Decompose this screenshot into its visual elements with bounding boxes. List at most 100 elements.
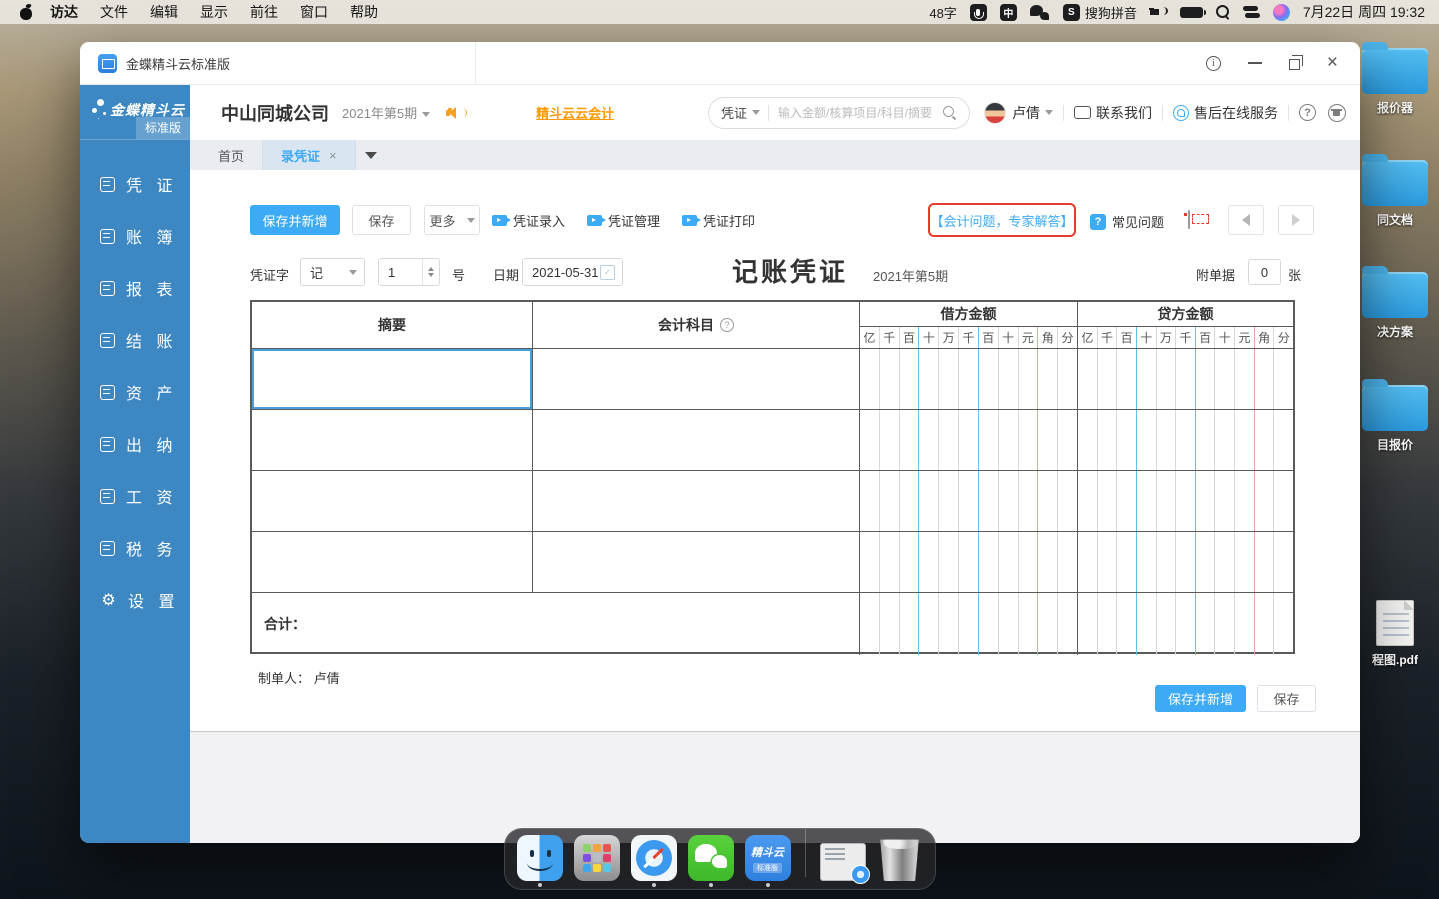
digit-cell[interactable] [999, 471, 1019, 531]
digit-cell[interactable] [1215, 471, 1236, 531]
digit-cell[interactable]: 万 [1157, 327, 1177, 348]
digit-cell[interactable]: 元 [1019, 327, 1039, 348]
expert-answer-link[interactable]: 【会计问题，专家解答】 [928, 203, 1076, 237]
summary-cell[interactable] [252, 471, 533, 531]
digit-cell[interactable] [900, 471, 920, 531]
dock-item-launchpad[interactable] [573, 835, 620, 881]
sidebar-item-凭证[interactable]: 凭 证 [80, 158, 190, 210]
dock-item-trash[interactable] [877, 835, 923, 881]
digit-cell[interactable] [1235, 532, 1255, 592]
dock-item-minimized-window[interactable] [819, 835, 870, 884]
video-link-凭证管理[interactable]: 凭证管理 [587, 211, 660, 230]
digit-cell[interactable] [979, 410, 999, 470]
desktop-icon-报价器[interactable]: 报价器 [1352, 42, 1438, 116]
digit-cell[interactable] [979, 532, 999, 592]
digit-cell[interactable] [939, 410, 960, 470]
account-cell[interactable] [533, 532, 860, 592]
menu-datetime[interactable]: 7月22日 周四 19:32 [1303, 2, 1425, 22]
account-cell[interactable] [533, 349, 860, 409]
digit-cell[interactable] [1058, 471, 1077, 531]
digit-cell[interactable] [999, 410, 1019, 470]
digit-cell[interactable] [1078, 349, 1098, 409]
digit-cell[interactable] [1176, 593, 1196, 655]
digit-cell[interactable] [1038, 471, 1059, 531]
digit-cell[interactable] [1098, 349, 1118, 409]
digit-cell[interactable] [939, 471, 960, 531]
menu-item-窗口[interactable]: 窗口 [289, 2, 339, 22]
digit-cell[interactable] [1215, 532, 1236, 592]
faq-link[interactable]: ? 常见问题 [1090, 212, 1164, 231]
digit-cell[interactable] [1137, 532, 1157, 592]
digit-cell[interactable]: 千 [880, 327, 900, 348]
save-and-new-button[interactable]: 保存并新增 [250, 205, 340, 235]
digit-cell[interactable] [1274, 410, 1293, 470]
digit-cell[interactable] [1215, 593, 1236, 655]
account-cell[interactable] [533, 471, 860, 531]
digit-cell[interactable] [1255, 593, 1275, 655]
digit-cell[interactable]: 亿 [860, 327, 880, 348]
global-search[interactable]: 凭证 输入金额/核算项目/科目/摘要 [708, 96, 970, 129]
date-input[interactable]: 2021-05-31 ✓ [522, 258, 623, 286]
digit-cell[interactable] [1235, 593, 1255, 655]
digit-cell[interactable] [880, 471, 900, 531]
digit-cell[interactable] [860, 593, 880, 655]
sidebar-item-结账[interactable]: 结 账 [80, 314, 190, 366]
digit-cell[interactable] [919, 593, 940, 655]
battery-icon[interactable] [1179, 6, 1206, 18]
digit-cell[interactable]: 百 [979, 327, 999, 348]
digit-cell[interactable] [1274, 532, 1293, 592]
digit-cell[interactable] [1078, 410, 1098, 470]
digit-cell[interactable] [1019, 471, 1039, 531]
user-name[interactable]: 卢倩 [1012, 103, 1040, 123]
digit-cell[interactable] [979, 471, 999, 531]
digit-cell[interactable] [1117, 349, 1137, 409]
video-link-凭证录入[interactable]: 凭证录入 [492, 211, 565, 230]
summary-cell[interactable] [252, 410, 533, 470]
spotlight-icon[interactable] [1215, 5, 1230, 19]
digit-cell[interactable] [1019, 593, 1039, 655]
digit-cell[interactable] [939, 349, 960, 409]
announcement-speaker-icon[interactable] [446, 106, 468, 120]
tab-list-dropdown[interactable] [356, 140, 386, 170]
digit-cell[interactable] [1255, 471, 1275, 531]
prev-voucher-button[interactable] [1228, 205, 1264, 235]
digit-cell[interactable] [1117, 532, 1137, 592]
digit-cell[interactable] [900, 532, 920, 592]
digit-cell[interactable] [1176, 532, 1196, 592]
digit-cell[interactable] [1137, 471, 1157, 531]
gift-icon[interactable] [1328, 103, 1346, 122]
promo-link[interactable]: 精斗云云会计 [536, 103, 614, 122]
digit-cell[interactable] [1098, 410, 1118, 470]
digit-cell[interactable] [919, 410, 940, 470]
info-icon[interactable]: ? [720, 318, 734, 332]
digit-cell[interactable] [1196, 349, 1216, 409]
digit-cell[interactable]: 百 [1196, 327, 1216, 348]
digit-cell[interactable]: 分 [1274, 327, 1293, 348]
digit-cell[interactable] [1274, 349, 1293, 409]
voucher-number-input[interactable]: 1 [378, 258, 440, 286]
digit-cell[interactable] [1255, 349, 1275, 409]
attachment-count-input[interactable]: 0 [1248, 259, 1281, 285]
digit-cell[interactable] [959, 471, 979, 531]
digit-cell[interactable]: 十 [919, 327, 940, 348]
digit-cell[interactable] [1157, 410, 1177, 470]
summary-cell[interactable] [252, 349, 533, 409]
digit-cell[interactable]: 千 [1176, 327, 1196, 348]
digit-cell[interactable] [1235, 471, 1255, 531]
digit-cell[interactable] [1117, 471, 1137, 531]
digit-cell[interactable] [900, 593, 920, 655]
digit-cell[interactable]: 千 [959, 327, 979, 348]
next-voucher-button[interactable] [1278, 205, 1314, 235]
desktop-icon-决方案[interactable]: 决方案 [1352, 266, 1438, 340]
digit-cell[interactable] [1255, 532, 1275, 592]
search-category[interactable]: 凭证 [721, 103, 747, 122]
menu-item-前往[interactable]: 前往 [239, 2, 289, 22]
digit-cell[interactable] [1196, 471, 1216, 531]
digit-cell[interactable] [1058, 410, 1077, 470]
digit-cell[interactable] [1038, 532, 1059, 592]
digit-cell[interactable] [1038, 410, 1059, 470]
digit-cell[interactable] [1058, 593, 1077, 655]
dock-item-wechat[interactable] [687, 835, 734, 887]
digit-cell[interactable] [1157, 593, 1177, 655]
summary-cell[interactable] [252, 532, 533, 592]
